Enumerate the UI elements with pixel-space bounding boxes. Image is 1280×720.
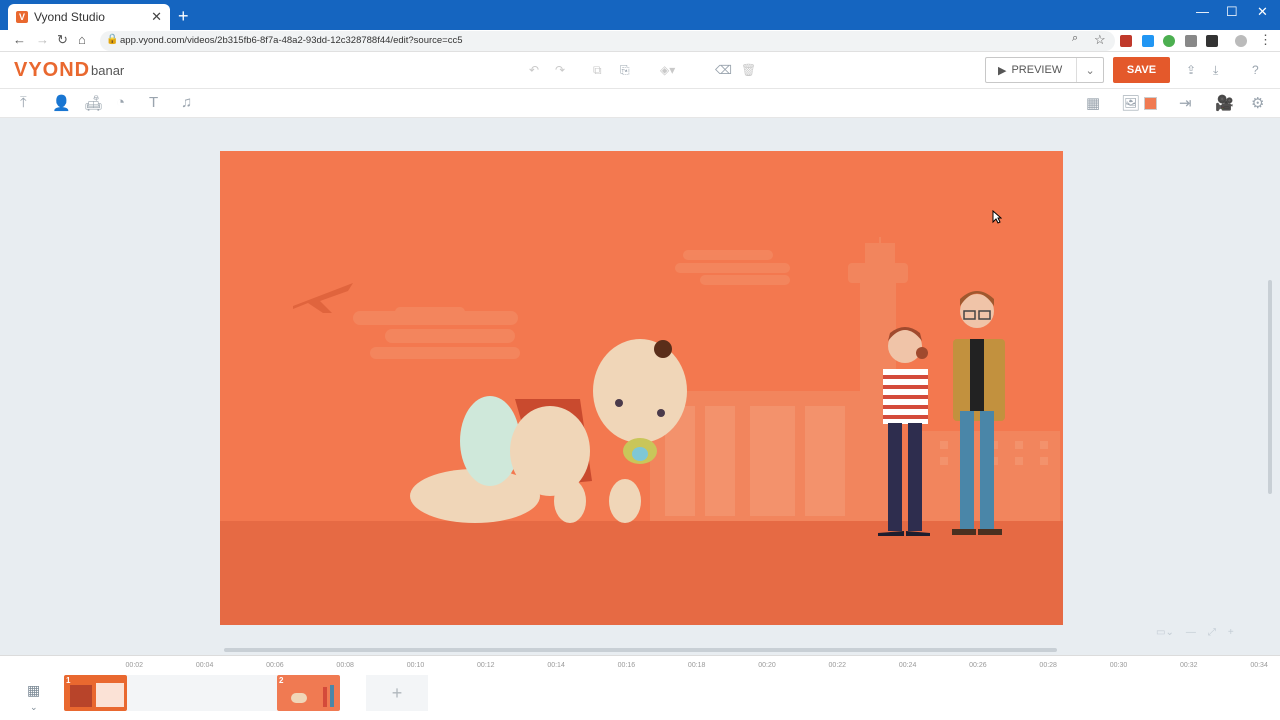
forward-icon[interactable]: → (36, 32, 49, 47)
scene-illustration (220, 151, 1063, 625)
scene-1-preview-text (96, 683, 124, 707)
image-icon[interactable]: 🖼 (1121, 94, 1140, 112)
extension-evernote-icon[interactable] (1163, 35, 1175, 47)
lock-icon: 🔒 (106, 34, 119, 45)
chevron-down-icon[interactable]: ⌄ (1077, 64, 1103, 77)
copy-icon[interactable]: ⧉ (593, 63, 602, 78)
text-icon[interactable]: T (149, 94, 158, 111)
fullscreen-icon[interactable]: ⤢ (1208, 627, 1216, 638)
zoom-out-icon[interactable]: — (1186, 627, 1196, 638)
timeline-tick-label: 00:30 (1109, 662, 1128, 669)
background-color-swatch[interactable] (1144, 97, 1157, 110)
timeline-tick-label: 00:22 (828, 662, 847, 669)
add-scene-button[interactable]: + (366, 675, 428, 711)
template-icon[interactable]: ▦ (1086, 94, 1100, 112)
timeline-tick-label: 00:28 (1039, 662, 1057, 669)
vertical-scrollbar[interactable] (1268, 280, 1272, 494)
reload-icon[interactable]: ↻ (57, 32, 68, 48)
timeline-tick-label: 00:16 (617, 662, 636, 669)
mouse-cursor-icon (992, 210, 1002, 224)
scene-number: 2 (279, 676, 284, 685)
project-name[interactable]: banar (91, 63, 124, 78)
download-icon[interactable]: ⤓ (1213, 63, 1218, 78)
delete-icon[interactable]: 🗑 (741, 63, 756, 77)
zoom-controls: ▭⌄ — ⤢ + (1150, 624, 1266, 640)
timeline-tick-label: 00:10 (406, 662, 425, 669)
scene-number: 1 (66, 676, 71, 685)
minimize-icon[interactable]: — (1196, 4, 1209, 19)
timeline-tick-label: 00:18 (687, 662, 706, 669)
preview-label: PREVIEW (1011, 64, 1063, 76)
help-icon[interactable]: ? (1252, 63, 1259, 77)
preview-button[interactable]: ▶ PREVIEW ⌄ (985, 57, 1104, 83)
ground (220, 521, 1063, 625)
scene-thumbnail-1[interactable]: 1 (64, 675, 127, 711)
address-bar: ← → ↻ ⌂ 🔒 app.vyond.com/videos/2b315fb6-… (0, 30, 1280, 52)
scene-2-preview-woman (323, 687, 327, 707)
vyond-logo[interactable]: VYOND (14, 59, 90, 82)
timeline-tick-label: 00:12 (477, 662, 495, 669)
timeline-collapse-icon[interactable]: ⌄ (30, 702, 38, 713)
new-tab-icon[interactable]: + (178, 6, 189, 27)
timeline-tick-label: 00:24 (898, 662, 917, 669)
maximize-icon[interactable]: ☐ (1226, 4, 1238, 20)
scene-transition-icon[interactable]: ⇥ (1179, 94, 1192, 112)
extension-pdf-icon[interactable] (1120, 35, 1132, 47)
timeline-tick-label: 00:26 (969, 662, 987, 669)
timeline-tick-label: 00:04 (195, 662, 214, 669)
scene-2-preview-baby (291, 693, 307, 703)
extension-screen-icon[interactable] (1206, 35, 1218, 47)
browser-tab[interactable]: V Vyond Studio ✕ (8, 4, 170, 30)
home-icon[interactable]: ⌂ (78, 32, 86, 47)
timeline-tick-label: 00:34 (1250, 662, 1268, 669)
timeline-tick-label: 00:06 (266, 662, 284, 669)
music-icon[interactable]: ♫ (181, 94, 192, 111)
undo-icon[interactable]: ↶ (529, 63, 539, 77)
timeline-tick-label: 00:20 (758, 662, 776, 669)
zoom-icon[interactable]: ⌕ (1072, 32, 1078, 45)
tab-title: Vyond Studio (34, 10, 105, 24)
scene-track-empty (127, 675, 277, 711)
props-icon[interactable]: 🛋 (84, 94, 103, 112)
scene-2-preview-man (330, 685, 334, 707)
paste-icon[interactable]: ⎘ (620, 63, 630, 78)
scenes-grid-icon[interactable]: ▦ (27, 682, 40, 699)
timeline-tick-label: 00:14 (547, 662, 565, 669)
timeline-tick-label: 00:32 (1180, 662, 1198, 669)
profile-avatar-icon[interactable] (1235, 35, 1247, 47)
asset-toolbar: ⤒ 👤 🛋 ◔ T ♫ ▦ 🖼 ⇥ 🎥 ⚙ (0, 89, 1280, 118)
fit-view-icon[interactable]: ▭⌄ (1156, 627, 1174, 638)
bookmark-star-icon[interactable]: ☆ (1094, 32, 1106, 48)
save-button[interactable]: SAVE (1113, 57, 1170, 83)
window-close-icon[interactable]: ✕ (1257, 4, 1268, 20)
chart-icon[interactable]: ◔ (116, 94, 125, 111)
tab-close-icon[interactable]: ✕ (151, 9, 162, 25)
extension-w-icon[interactable] (1142, 35, 1154, 47)
browser-tab-bar: V Vyond Studio ✕ + — ☐ ✕ (0, 0, 1280, 30)
url-text[interactable]: app.vyond.com/videos/2b315fb6-8f7a-48a2-… (120, 35, 463, 46)
upload-icon[interactable]: ⤒ (20, 94, 27, 111)
redo-icon[interactable]: ↷ (555, 63, 565, 77)
zoom-in-icon[interactable]: + (1228, 627, 1234, 638)
character-icon[interactable]: 👤 (52, 94, 71, 112)
browser-menu-icon[interactable]: ⋮ (1259, 32, 1272, 48)
share-icon[interactable]: ⇪ (1186, 63, 1196, 77)
scene-canvas[interactable] (220, 151, 1063, 625)
horizontal-scrollbar[interactable] (224, 648, 1057, 652)
layers-icon[interactable]: ◈▾ (660, 63, 675, 77)
timeline-ruler[interactable]: 00:02 00:04 00:06 00:08 00:10 00:12 00:14 00:16… (64, 659, 1274, 673)
play-icon: ▶ (998, 64, 1007, 77)
scene-1-preview-block (70, 685, 92, 707)
timeline-tick-label: 00:08 (336, 662, 354, 669)
scene-thumbnail-2[interactable]: 2 (277, 675, 340, 711)
timeline-tick-label: 00:02 (125, 662, 144, 669)
camera-icon[interactable]: 🎥 (1215, 94, 1234, 112)
vyond-favicon-icon: V (16, 11, 28, 23)
back-icon[interactable]: ← (13, 32, 26, 47)
extension-camera-icon[interactable] (1185, 35, 1197, 47)
eraser-icon[interactable]: ⌫ (715, 63, 732, 77)
settings-gear-icon[interactable]: ⚙ (1251, 94, 1264, 112)
app-header: VYOND banar ↶ ↷ ⧉ ⎘ ◈▾ ⌫ 🗑 ▶ PREVIEW ⌄ SA… (0, 52, 1280, 89)
